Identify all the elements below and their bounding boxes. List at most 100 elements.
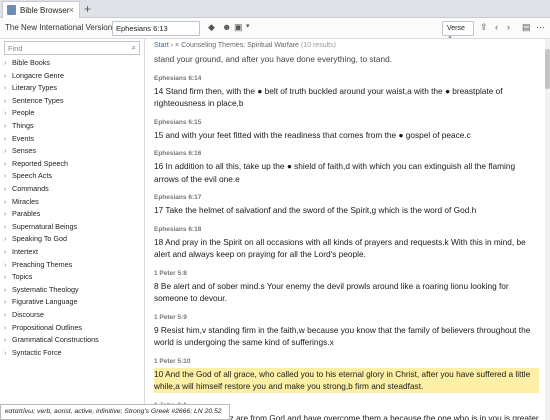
expand-icon[interactable]: › xyxy=(4,110,12,117)
back-icon[interactable]: ‹ xyxy=(495,22,498,32)
passage-reference[interactable]: Ephesians 6:16 xyxy=(154,150,539,157)
sidebar-item[interactable]: › Events xyxy=(4,134,34,143)
tag-icon[interactable]: ◆ xyxy=(208,22,215,33)
verse-text[interactable]: 9 Resist him,v standing firm in the fait… xyxy=(154,324,539,349)
breadcrumb-start[interactable]: Start xyxy=(154,42,169,49)
sidebar-item[interactable]: › Miracles xyxy=(4,197,39,206)
tab-bible-browser[interactable]: Bible Browser × xyxy=(2,1,80,18)
sidebar-item-label: Longacre Genre xyxy=(12,70,64,80)
close-tab-icon[interactable]: × xyxy=(69,5,74,15)
passage-reference[interactable]: Ephesians 6:15 xyxy=(154,119,539,126)
expand-icon[interactable]: › xyxy=(4,148,12,155)
expand-icon[interactable]: › xyxy=(4,350,12,357)
users-icon[interactable]: ☻ xyxy=(222,22,231,32)
passage-reference[interactable]: 1 Peter 5:9 xyxy=(154,314,539,321)
sidebar-item[interactable]: › Grammatical Constructions xyxy=(4,335,99,344)
version-selector[interactable]: The New International Version ▾ xyxy=(5,23,118,32)
expand-icon[interactable]: › xyxy=(4,98,12,105)
expand-icon[interactable]: › xyxy=(4,211,12,218)
sidebar-item-label: Miracles xyxy=(12,196,39,206)
verse-text[interactable]: 15 and with your feet fitted with the re… xyxy=(154,129,539,142)
sidebar-item-label: Commands xyxy=(12,184,49,193)
expand-icon[interactable]: › xyxy=(4,236,12,243)
sidebar-item[interactable]: › Senses xyxy=(4,146,36,155)
verse-text[interactable]: 8 Be alert and of sober mind.s Your enem… xyxy=(154,280,539,305)
verse-text[interactable]: 10 And the God of all grace, who called … xyxy=(154,367,539,393)
expand-icon[interactable]: › xyxy=(4,85,12,92)
expand-icon[interactable]: › xyxy=(4,123,12,130)
sidebar-item-label: Things xyxy=(12,121,34,130)
sidebar-item[interactable]: › Speaking To God xyxy=(4,234,67,243)
sidebar-item[interactable]: › Figurative Language xyxy=(4,297,78,306)
passage-reference[interactable]: Ephesians 6:14 xyxy=(154,75,539,82)
passage-reference[interactable]: Ephesians 6:18 xyxy=(154,226,539,233)
sidebar-item-label: Events xyxy=(12,133,34,143)
find-input[interactable]: Find xyxy=(4,41,140,55)
sidebar-item[interactable]: › Reported Speech xyxy=(4,159,68,168)
sidebar-item-label: Speaking To God xyxy=(12,234,68,244)
verse-text[interactable]: stand your ground, and after you have do… xyxy=(154,53,539,66)
passage-reference[interactable]: 1 Peter 5:8 xyxy=(154,270,539,277)
verse-mode-select[interactable]: Verse ⌄ xyxy=(442,21,474,40)
sidebar-item[interactable]: › Speech Acts xyxy=(4,171,52,180)
expand-icon[interactable]: › xyxy=(4,337,12,344)
verse-text[interactable]: 18 And pray in the Spirit on all occasio… xyxy=(154,236,539,261)
forward-icon[interactable]: › xyxy=(507,22,510,32)
sidebar-item[interactable]: › Bible Books xyxy=(4,58,50,67)
sidebar-item[interactable]: › Literary Types xyxy=(4,83,57,92)
sidebar-item[interactable]: › Syntactic Force xyxy=(4,348,62,357)
expand-icon[interactable]: › xyxy=(4,161,12,168)
sidebar-item[interactable]: › Parables xyxy=(4,209,40,218)
scrollbar[interactable] xyxy=(545,39,550,420)
sidebar-item-label: Intertext xyxy=(12,247,38,256)
expand-icon[interactable]: › xyxy=(4,312,12,319)
expand-icon[interactable]: › xyxy=(4,274,12,281)
verse-text[interactable]: 17 Take the helmet of salvationf and the… xyxy=(154,204,539,217)
word-tooltip: καταπίνω; verb, aorist, active, infiniti… xyxy=(0,404,230,420)
sidebar-item[interactable]: › Longacre Genre xyxy=(4,71,64,80)
expand-icon[interactable]: › xyxy=(4,73,12,80)
more-icon[interactable]: ⋯ xyxy=(536,22,545,33)
expand-icon[interactable]: › xyxy=(4,173,12,180)
passage-reference[interactable]: Ephesians 6:17 xyxy=(154,194,539,201)
panel-menu-icon[interactable]: ▤ xyxy=(522,22,531,33)
expand-icon[interactable]: › xyxy=(4,199,12,206)
facet-sidebar: Find ⌕ › Bible Books › Longacre Genre › Liter… xyxy=(0,39,145,420)
new-tab-button[interactable]: + xyxy=(84,2,91,16)
expand-icon[interactable]: › xyxy=(4,224,12,231)
sidebar-item[interactable]: › Things xyxy=(4,121,34,130)
dropdown-icon[interactable]: ▾ xyxy=(246,22,250,30)
expand-icon[interactable]: › xyxy=(4,325,12,332)
expand-icon[interactable]: › xyxy=(4,249,12,256)
sidebar-item-label: Propositional Outlines xyxy=(12,322,82,332)
sidebar-item[interactable]: › Discourse xyxy=(4,310,44,319)
expand-icon[interactable]: › xyxy=(4,262,12,269)
expand-icon[interactable]: › xyxy=(4,60,12,67)
verse-text[interactable]: 16 In addition to all this, take up the … xyxy=(154,160,539,185)
sidebar-item[interactable]: › People xyxy=(4,108,34,117)
tab-title: Bible Browser xyxy=(20,5,70,15)
share-icon[interactable]: ⇪ xyxy=(480,22,488,33)
sidebar-item-label: Parables xyxy=(12,209,41,219)
sidebar-item[interactable]: › Commands xyxy=(4,184,49,193)
verse-text[interactable]: 14 Stand firm then, with the ● belt of t… xyxy=(154,85,539,110)
expand-icon[interactable]: › xyxy=(4,299,12,306)
sidebar-item[interactable]: › Intertext xyxy=(4,247,38,256)
sidebar-item[interactable]: › Sentence Types xyxy=(4,96,63,105)
sidebar-item[interactable]: › Topics xyxy=(4,272,32,281)
image-icon[interactable]: ▣ xyxy=(234,22,243,33)
passage-reference[interactable]: 1 Peter 5:10 xyxy=(154,358,539,365)
expand-icon[interactable]: › xyxy=(4,287,12,294)
sidebar-item-label: Syntactic Force xyxy=(12,347,62,357)
reference-input[interactable]: Ephesians 6:13 xyxy=(112,21,200,36)
sidebar-item-label: Bible Books xyxy=(12,58,50,67)
sidebar-item[interactable]: › Supernatural Beings xyxy=(4,222,77,231)
scroll-thumb[interactable] xyxy=(545,49,550,89)
sidebar-item[interactable]: › Propositional Outlines xyxy=(4,323,82,332)
expand-icon[interactable]: › xyxy=(4,136,12,143)
sidebar-item[interactable]: › Preaching Themes xyxy=(4,260,72,269)
sidebar-item[interactable]: › Systematic Theology xyxy=(4,285,79,294)
remove-filter-icon[interactable]: › × xyxy=(169,42,181,49)
expand-icon[interactable]: › xyxy=(4,186,12,193)
breadcrumb: Start › × Counseling Themes: Spiritual W… xyxy=(154,42,336,49)
